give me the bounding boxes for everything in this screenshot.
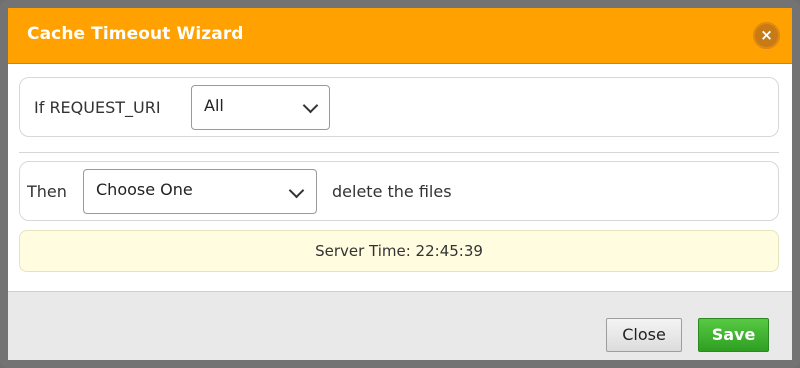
condition-row: If REQUEST_URI All (19, 77, 779, 137)
dialog-content: If REQUEST_URI All Then Choose One delet… (8, 64, 792, 291)
request-uri-select[interactable]: All (191, 85, 330, 130)
save-button[interactable]: Save (698, 318, 769, 352)
cache-timeout-wizard-dialog: Cache Timeout Wizard × If REQUEST_URI Al… (0, 0, 800, 368)
close-button[interactable]: Close (606, 318, 682, 352)
request-uri-select-value: All (204, 96, 224, 115)
chevron-down-icon (302, 97, 319, 114)
action-suffix: delete the files (332, 182, 452, 201)
dialog-title: Cache Timeout Wizard (27, 24, 244, 44)
dialog-footer: Close Save (8, 291, 792, 360)
action-label: Then (27, 182, 67, 201)
section-divider (19, 152, 779, 153)
condition-label: If REQUEST_URI (34, 98, 161, 117)
dialog-titlebar: Cache Timeout Wizard × (8, 8, 792, 64)
server-time-bar: Server Time: 22:45:39 (19, 230, 779, 272)
chevron-down-icon (288, 182, 305, 199)
action-row: Then Choose One delete the files (19, 161, 779, 221)
close-x-icon[interactable]: × (753, 22, 780, 49)
action-select-value: Choose One (96, 180, 193, 199)
server-time-text: Server Time: 22:45:39 (315, 242, 483, 260)
action-select[interactable]: Choose One (83, 169, 317, 214)
